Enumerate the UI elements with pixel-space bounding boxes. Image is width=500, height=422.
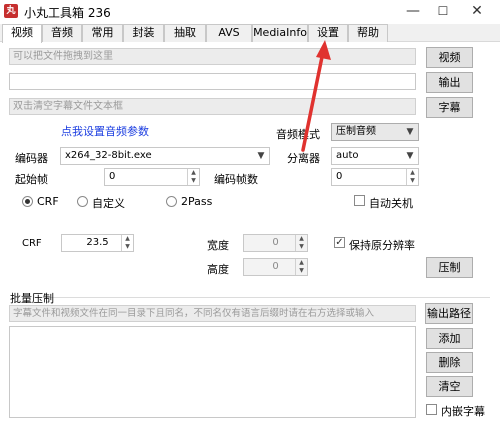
window-title: 小丸工具箱 236 [24, 6, 111, 20]
minimize-button[interactable]: — [398, 0, 428, 24]
encode-button[interactable]: 压制 [426, 257, 473, 278]
embed-subtitles-label: 内嵌字幕 [441, 405, 485, 418]
tab-mediainfo[interactable]: MediaInfo [252, 24, 308, 42]
crf-radio[interactable] [22, 196, 33, 207]
separator-label: 分离器 [287, 152, 320, 165]
spinner-arrows-icon[interactable]: ▲ ▼ [295, 259, 307, 275]
width-label: 宽度 [207, 239, 229, 252]
twopass-radio[interactable] [166, 196, 177, 207]
tab-mux[interactable]: 封装 [123, 24, 164, 42]
separator-value: auto [336, 150, 359, 161]
maximize-button[interactable]: ☐ [428, 0, 458, 24]
audio-mode-value: 压制音频 [336, 126, 376, 137]
start-frame-label: 起始帧 [15, 173, 48, 186]
batch-group-divider [42, 297, 490, 298]
auto-shutdown-label: 自动关机 [369, 197, 413, 210]
video-file-input[interactable]: 可以把文件拖拽到这里 [9, 48, 416, 65]
audio-mode-select[interactable]: 压制音频 ▼ [331, 123, 419, 141]
tab-audio[interactable]: 音频 [42, 24, 82, 42]
add-button[interactable]: 添加 [426, 328, 473, 349]
subtitle-button[interactable]: 字幕 [426, 97, 473, 118]
width-spinner[interactable]: 0 ▲ ▼ [243, 234, 308, 252]
spinner-arrows-icon[interactable]: ▲ ▼ [187, 169, 199, 185]
encode-frames-value: 0 [336, 171, 343, 182]
height-label: 高度 [207, 263, 229, 276]
output-path-button[interactable]: 输出路径 [425, 303, 473, 324]
encode-frames-spinner[interactable]: 0 ▲ ▼ [331, 168, 419, 186]
tab-help[interactable]: 帮助 [348, 24, 388, 42]
spinner-arrows-icon[interactable]: ▲ ▼ [295, 235, 307, 251]
output-button[interactable]: 输出 [426, 72, 473, 93]
keep-resolution-checkbox[interactable]: ✓ [334, 237, 345, 248]
batch-hint-input[interactable]: 字幕文件和视频文件在同一目录下且同名，不同名仅有语言后缀时请在右方选择或输入 [9, 305, 416, 322]
custom-radio[interactable] [77, 196, 88, 207]
encoder-value: x264_32-8bit.exe [65, 150, 152, 161]
encoder-select[interactable]: x264_32-8bit.exe ▼ [60, 147, 270, 165]
delete-button[interactable]: 删除 [426, 352, 473, 373]
video-button[interactable]: 视频 [426, 47, 473, 68]
app-icon: 丸 [4, 4, 18, 18]
chevron-down-icon: ▼ [406, 151, 414, 161]
close-button[interactable]: ✕ [462, 0, 492, 24]
chevron-down-icon: ▼ [257, 151, 265, 161]
width-value: 0 [272, 237, 279, 248]
batch-title: 批量压制 [10, 292, 54, 305]
crf-value: 23.5 [86, 237, 109, 248]
output-file-input[interactable] [9, 73, 416, 90]
tab-common[interactable]: 常用 [82, 24, 123, 42]
clear-button[interactable]: 清空 [426, 376, 473, 397]
tab-video[interactable]: 视频 [2, 24, 42, 43]
crf-label: CRF [22, 238, 42, 249]
custom-radio-label: 自定义 [92, 197, 125, 210]
start-frame-spinner[interactable]: 0 ▲ ▼ [104, 168, 200, 186]
batch-file-list[interactable] [9, 326, 416, 418]
separator-select[interactable]: auto ▼ [331, 147, 419, 165]
audio-settings-link[interactable]: 点我设置音频参数 [61, 123, 149, 139]
start-frame-value: 0 [109, 171, 116, 182]
encode-frames-label: 编码帧数 [214, 173, 258, 186]
subtitle-file-input[interactable]: 双击清空字幕文件文本框 [9, 98, 416, 115]
embed-subtitles-checkbox[interactable] [426, 404, 437, 415]
audio-mode-label: 音频模式 [276, 128, 320, 141]
encoder-label: 编码器 [15, 152, 48, 165]
height-spinner[interactable]: 0 ▲ ▼ [243, 258, 308, 276]
keep-resolution-label: 保持原分辨率 [349, 239, 415, 252]
tab-settings[interactable]: 设置 [308, 24, 348, 42]
spinner-arrows-icon[interactable]: ▲ ▼ [406, 169, 418, 185]
twopass-radio-label: 2Pass [181, 195, 213, 208]
height-value: 0 [272, 261, 279, 272]
chevron-down-icon: ▼ [406, 127, 414, 137]
tab-avs[interactable]: AVS [206, 24, 252, 42]
crf-spinner[interactable]: 23.5 ▲ ▼ [61, 234, 134, 252]
spinner-arrows-icon[interactable]: ▲ ▼ [121, 235, 133, 251]
auto-shutdown-checkbox[interactable] [354, 195, 365, 206]
tab-extract[interactable]: 抽取 [164, 24, 206, 42]
crf-radio-label: CRF [37, 195, 59, 208]
